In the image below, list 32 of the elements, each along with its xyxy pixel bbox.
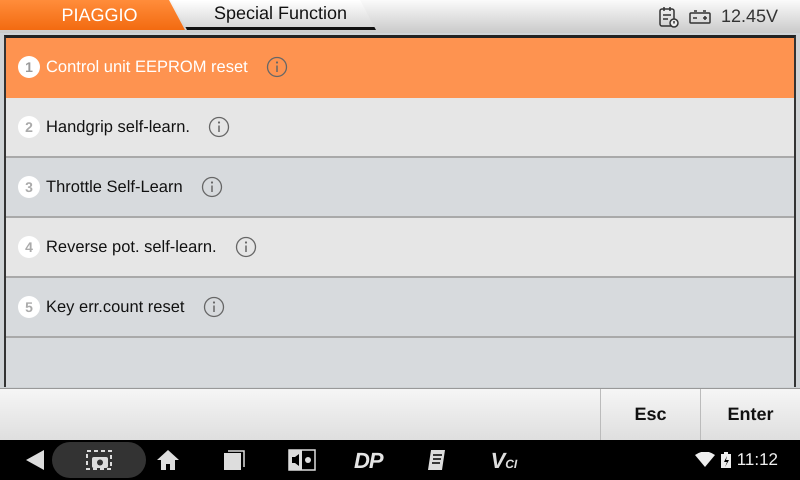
screenshot-button[interactable] [52, 442, 146, 478]
number-badge: 2 [18, 116, 40, 138]
info-icon[interactable] [266, 56, 288, 78]
vci-logo[interactable]: VCI [490, 444, 518, 476]
function-row[interactable]: 4 Reverse pot. self-learn. [6, 218, 794, 278]
voltage-reading: 12.45V [720, 5, 778, 28]
number-badge: 4 [18, 236, 40, 258]
info-icon[interactable] [202, 296, 224, 318]
info-icon[interactable] [200, 176, 223, 198]
calendar-alert-icon [658, 6, 679, 28]
function-row[interactable]: 2 Handgrip self-learn. [6, 98, 794, 158]
function-label: Handgrip self-learn. [46, 116, 190, 138]
info-icon[interactable] [208, 116, 230, 138]
function-label: Control unit EEPROM reset [46, 56, 248, 78]
breadcrumb-tab[interactable]: Special Function [171, 0, 376, 30]
recent-apps-icon[interactable] [222, 448, 246, 472]
status-time: 11:12 [736, 449, 778, 472]
number-badge: 5 [18, 296, 40, 318]
home-icon[interactable] [156, 448, 180, 472]
battery-charging-icon [720, 452, 731, 468]
number-badge: 1 [18, 56, 40, 78]
battery-icon [688, 10, 711, 24]
number-badge: 3 [18, 176, 40, 198]
function-label: Reverse pot. self-learn. [46, 236, 217, 258]
function-label: Key err.count reset [46, 296, 184, 318]
function-label: Throttle Self-Learn [46, 176, 183, 198]
dp-logo[interactable]: DP [354, 444, 383, 476]
camera-icon [85, 449, 113, 471]
info-icon[interactable] [234, 236, 257, 258]
speaker-brightness-icon[interactable] [288, 448, 316, 472]
wifi-icon [694, 452, 715, 468]
back-icon[interactable] [24, 448, 46, 472]
